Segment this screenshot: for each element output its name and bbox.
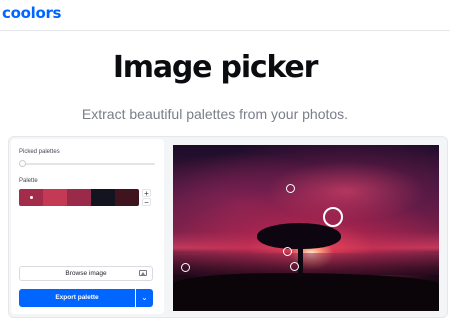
browse-image-button[interactable]: Browse image <box>19 266 153 281</box>
palette-swatch[interactable] <box>115 189 139 206</box>
color-picker-handle[interactable] <box>286 184 295 193</box>
palette-strip <box>19 189 139 206</box>
export-dropdown-button[interactable]: ⌄ <box>136 289 153 307</box>
selected-swatch-indicator <box>29 196 33 199</box>
color-picker-handle[interactable] <box>290 262 299 271</box>
color-picker-handle[interactable] <box>283 247 292 256</box>
source-photo[interactable] <box>173 145 439 311</box>
chevron-down-icon: ⌄ <box>141 293 148 302</box>
color-picker-handle[interactable] <box>181 263 190 272</box>
slider-handle[interactable] <box>19 160 26 167</box>
color-picker-handle-selected[interactable] <box>323 207 343 227</box>
top-bar: coolors <box>0 0 450 31</box>
palette-swatch[interactable] <box>19 189 43 206</box>
coolors-logo[interactable]: coolors <box>2 4 61 22</box>
image-icon <box>139 270 147 276</box>
plus-icon[interactable]: + <box>142 189 151 198</box>
palette-swatch[interactable] <box>67 189 91 206</box>
color-count-stepper: + − <box>142 189 153 207</box>
page-title: Image picker <box>112 50 319 85</box>
export-palette-button[interactable]: Export palette <box>19 289 135 307</box>
palette-label: Palette <box>19 178 38 184</box>
palette-swatch[interactable] <box>91 189 115 206</box>
photo-tree-trunk <box>298 243 303 277</box>
minus-icon[interactable]: − <box>142 198 151 207</box>
photo-sea <box>173 253 439 275</box>
palette-swatch[interactable] <box>43 189 67 206</box>
page-subtitle: Extract beautiful palettes from your pho… <box>81 106 349 122</box>
browse-image-label: Browse image <box>65 270 107 277</box>
picked-palettes-label: Picked palettes <box>19 149 60 155</box>
photo-ground <box>173 273 439 311</box>
palette-panel: Picked palettes Palette + − Browse image… <box>11 139 164 314</box>
picked-palettes-slider[interactable] <box>21 163 155 165</box>
